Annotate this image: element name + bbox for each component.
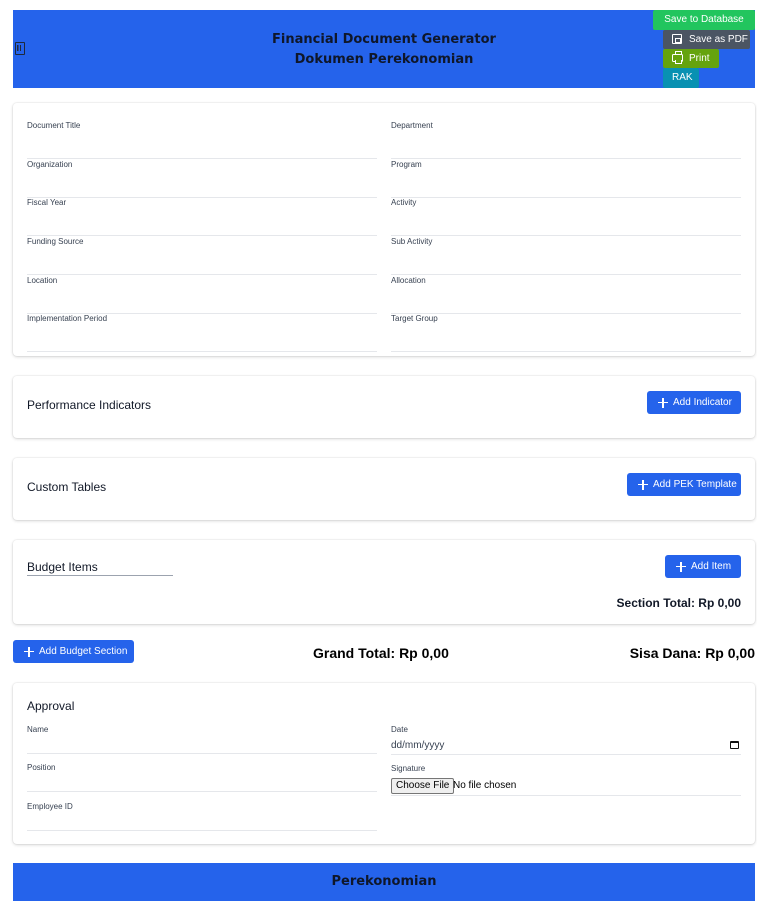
print-button[interactable]: Print xyxy=(663,49,719,68)
add-indicator-label: Add Indicator xyxy=(673,397,732,408)
no-file-text: No file chosen xyxy=(453,780,517,791)
performance-indicators-card: Performance Indicators Add Indicator xyxy=(13,376,755,438)
field-label: Document Title xyxy=(27,121,81,130)
add-budget-section-button[interactable]: Add Budget Section xyxy=(13,640,134,663)
budget-section-card: Budget Items Add Item Section Total: Rp … xyxy=(13,540,755,624)
add-budget-section-label: Add Budget Section xyxy=(39,646,128,657)
field-label: Position xyxy=(27,763,56,772)
position-field[interactable]: Position xyxy=(27,763,377,792)
plus-icon xyxy=(24,646,34,657)
date-field[interactable]: Date dd/mm/yyyy xyxy=(391,725,741,755)
page-subtitle: Dokumen Perekonomian xyxy=(294,52,474,67)
page-header: Financial Document Generator Dokumen Per… xyxy=(13,10,755,88)
approval-title: Approval xyxy=(27,699,75,713)
printer-icon xyxy=(672,50,683,64)
sub-activity-field[interactable]: Sub Activity xyxy=(391,237,741,275)
add-item-label: Add Item xyxy=(691,561,732,572)
organization-field[interactable]: Organization xyxy=(27,160,377,198)
field-label: Sub Activity xyxy=(391,237,433,246)
print-label: Print xyxy=(689,53,710,64)
rak-button[interactable]: RAK xyxy=(663,68,699,88)
allocation-field[interactable]: Allocation xyxy=(391,276,741,314)
field-label: Signature xyxy=(391,764,426,773)
signature-field: Signature Choose File No file chosen xyxy=(391,764,741,796)
field-label: Target Group xyxy=(391,314,438,323)
fiscal-year-field[interactable]: Fiscal Year xyxy=(27,198,377,236)
document-title-field[interactable]: Document Title xyxy=(27,121,377,159)
add-pek-template-button[interactable]: Add PEK Template xyxy=(627,473,741,496)
activity-field[interactable]: Activity xyxy=(391,198,741,236)
program-field[interactable]: Program xyxy=(391,160,741,198)
save-to-database-button[interactable]: Save to Database xyxy=(653,10,755,30)
field-label: Funding Source xyxy=(27,237,84,246)
funding-source-field[interactable]: Funding Source xyxy=(27,237,377,275)
choose-file-button[interactable]: Choose File xyxy=(391,778,455,794)
document-info-card: Document Title Organization Fiscal Year … xyxy=(13,103,755,356)
grand-total: Grand Total: Rp 0,00 xyxy=(313,645,449,661)
add-item-button[interactable]: Add Item xyxy=(665,555,741,578)
field-label: Program xyxy=(391,160,422,169)
page-footer: Perekonomian xyxy=(13,863,755,901)
field-label: Employee ID xyxy=(27,802,73,811)
target-group-field[interactable]: Target Group xyxy=(391,314,741,352)
field-label: Location xyxy=(27,276,58,285)
field-label: Allocation xyxy=(391,276,426,285)
performance-indicators-title: Performance Indicators xyxy=(27,398,152,412)
approval-card: Approval Name Position Employee ID Date … xyxy=(13,683,755,844)
plus-icon xyxy=(638,479,648,490)
custom-tables-card: Custom Tables Add PEK Template xyxy=(13,458,755,520)
section-total: Section Total: Rp 0,00 xyxy=(616,596,741,610)
field-label: Implementation Period xyxy=(27,314,108,323)
save-icon xyxy=(672,34,682,44)
sisa-dana: Sisa Dana: Rp 0,00 xyxy=(629,645,755,661)
field-label: Activity xyxy=(391,198,417,207)
date-placeholder: dd/mm/yyyy xyxy=(391,740,445,751)
department-field[interactable]: Department xyxy=(391,121,741,159)
add-indicator-button[interactable]: Add Indicator xyxy=(647,391,741,414)
custom-tables-title: Custom Tables xyxy=(27,480,107,494)
save-as-pdf-button[interactable]: Save as PDF xyxy=(663,30,750,49)
field-label: Organization xyxy=(27,160,73,169)
field-label: Fiscal Year xyxy=(27,198,67,207)
calendar-icon[interactable] xyxy=(730,741,739,749)
field-label: Name xyxy=(27,725,49,734)
page-title: Financial Document Generator xyxy=(272,32,496,47)
location-field[interactable]: Location xyxy=(27,276,377,314)
field-label: Date xyxy=(391,725,408,734)
name-field[interactable]: Name xyxy=(27,725,377,754)
plus-icon xyxy=(676,561,686,572)
plus-icon xyxy=(658,397,668,408)
save-as-pdf-label: Save as PDF xyxy=(689,34,748,45)
implementation-period-field[interactable]: Implementation Period xyxy=(27,314,377,352)
add-pek-template-label: Add PEK Template xyxy=(653,479,737,490)
employee-id-field[interactable]: Employee ID xyxy=(27,802,377,831)
field-label: Department xyxy=(391,121,433,130)
budget-section-name-input[interactable]: Budget Items xyxy=(27,560,173,576)
